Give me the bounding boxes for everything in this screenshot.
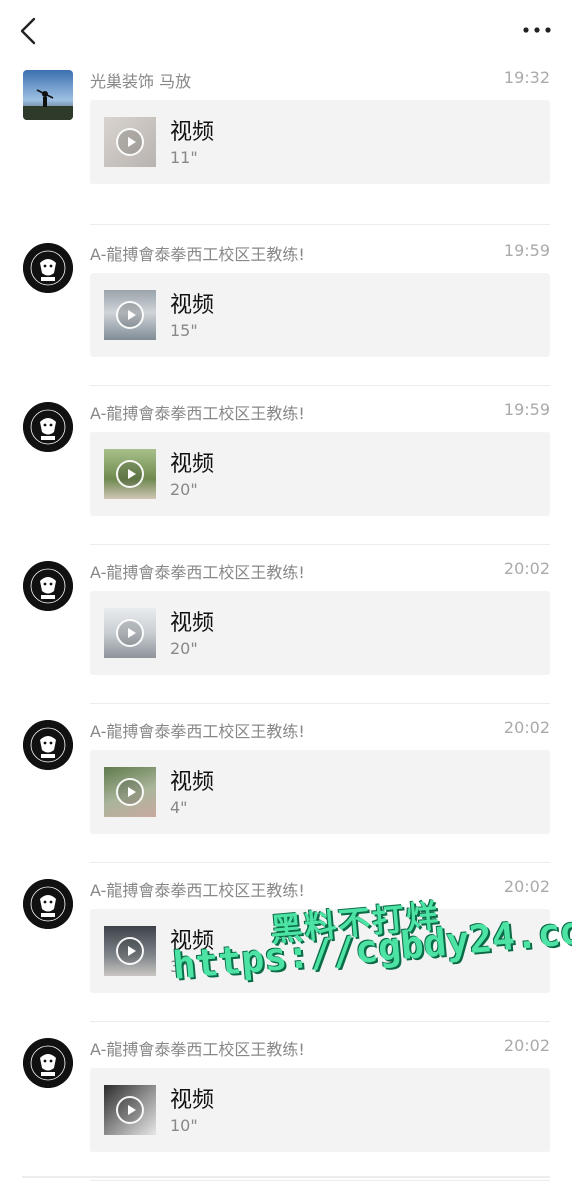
play-icon[interactable] (116, 460, 144, 488)
message-time: 19:59 (503, 241, 550, 260)
video-label: 视频 (170, 929, 215, 954)
video-label: 视频 (170, 770, 215, 795)
message-time: 19:32 (503, 68, 550, 87)
video-message-card[interactable]: 视频 10" (90, 1068, 550, 1152)
video-thumbnail[interactable] (104, 117, 156, 167)
dragon-fight-alliance-logo[interactable] (23, 1038, 73, 1088)
message-time: 20:02 (503, 559, 550, 578)
dragon-fight-alliance-logo[interactable] (23, 720, 73, 770)
video-duration: 10" (170, 1116, 198, 1135)
chat-message: A-龍搏會泰拳西工校区王教练! 19:59 视频 20" (0, 378, 572, 545)
chat-message: A-龍搏會泰拳西工校区王教练! 20:02 视频 10" (0, 1014, 572, 1181)
sender-name: A-龍搏會泰拳西工校区王教练! (90, 404, 305, 423)
message-time: 19:59 (503, 400, 550, 419)
play-icon[interactable] (116, 1096, 144, 1124)
video-duration: 15" (170, 321, 198, 340)
video-thumbnail[interactable] (104, 1085, 156, 1135)
video-duration: 4" (170, 798, 188, 817)
video-thumbnail[interactable] (104, 926, 156, 976)
video-duration: 3" (170, 957, 188, 976)
play-icon[interactable] (116, 778, 144, 806)
dragon-fight-alliance-logo[interactable] (23, 402, 73, 452)
video-label: 视频 (170, 1088, 215, 1113)
play-icon[interactable] (116, 619, 144, 647)
sender-name: 光巢装饰 马放 (90, 72, 192, 91)
video-message-card[interactable]: 视频 20" (90, 591, 550, 675)
chat-message: 光巢装饰 马放 19:32 视频 11" (0, 60, 572, 225)
video-duration: 11" (170, 148, 198, 167)
sender-name: A-龍搏會泰拳西工校区王教练! (90, 722, 305, 741)
video-message-card[interactable]: 视频 11" (90, 100, 550, 184)
sender-name: A-龍搏會泰拳西工校区王教练! (90, 563, 305, 582)
dragon-fight-alliance-logo[interactable] (23, 879, 73, 929)
video-message-card[interactable]: 视频 20" (90, 432, 550, 516)
dragon-fight-alliance-logo[interactable] (23, 561, 73, 611)
video-label: 视频 (170, 120, 215, 145)
message-divider (90, 1180, 550, 1181)
video-label: 视频 (170, 293, 215, 318)
sender-name: A-龍搏會泰拳西工校区王教练! (90, 245, 305, 264)
video-thumbnail[interactable] (104, 608, 156, 658)
video-duration: 20" (170, 480, 198, 499)
video-label: 视频 (170, 452, 215, 477)
message-time: 20:02 (503, 718, 550, 737)
video-message-card[interactable]: 视频 3" (90, 909, 550, 993)
top-nav-bar (0, 0, 572, 60)
play-icon[interactable] (116, 301, 144, 329)
video-thumbnail[interactable] (104, 767, 156, 817)
message-time: 20:02 (503, 1036, 550, 1055)
message-time: 20:02 (503, 877, 550, 896)
chevron-left-icon[interactable] (16, 16, 42, 46)
video-thumbnail[interactable] (104, 449, 156, 499)
bottom-divider (22, 1176, 550, 1178)
video-message-card[interactable]: 视频 4" (90, 750, 550, 834)
play-icon[interactable] (116, 128, 144, 156)
video-message-card[interactable]: 视频 15" (90, 273, 550, 357)
more-dots-icon[interactable] (522, 20, 552, 40)
video-duration: 20" (170, 639, 198, 658)
sender-name: A-龍搏會泰拳西工校区王教练! (90, 1040, 305, 1059)
sender-avatar[interactable] (23, 70, 73, 120)
chat-message: A-龍搏會泰拳西工校区王教练! 20:02 视频 4" (0, 696, 572, 863)
chat-message: A-龍搏會泰拳西工校区王教练! 20:02 视频 3" (0, 855, 572, 1022)
chat-message: A-龍搏會泰拳西工校区王教练! 19:59 视频 15" (0, 219, 572, 386)
dragon-fight-alliance-logo[interactable] (23, 243, 73, 293)
video-label: 视频 (170, 611, 215, 636)
sender-name: A-龍搏會泰拳西工校区王教练! (90, 881, 305, 900)
video-thumbnail[interactable] (104, 290, 156, 340)
play-icon[interactable] (116, 937, 144, 965)
chat-message: A-龍搏會泰拳西工校区王教练! 20:02 视频 20" (0, 537, 572, 704)
